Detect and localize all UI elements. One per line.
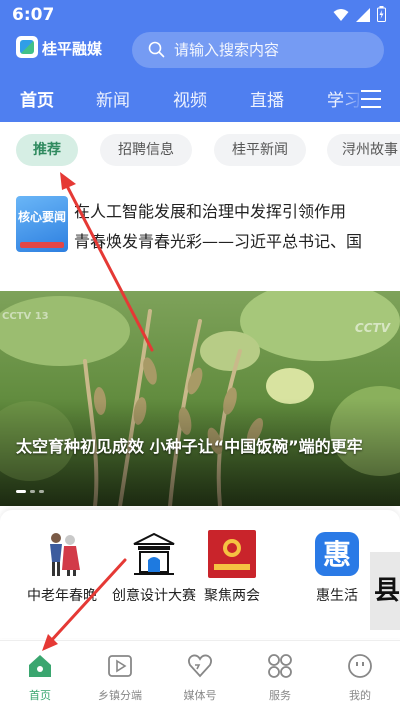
soybean-field-image bbox=[0, 291, 400, 506]
building-design-icon bbox=[130, 530, 178, 578]
tab-home[interactable]: 首页 bbox=[20, 86, 54, 111]
search-input[interactable] bbox=[174, 36, 374, 64]
shortcut-design-contest[interactable]: 创意设计大赛 bbox=[112, 530, 196, 606]
search-box[interactable] bbox=[132, 32, 384, 68]
status-icons bbox=[333, 6, 386, 26]
cctv13-watermark: CCTV 13 bbox=[2, 311, 49, 322]
bottom-tab-label: 服务 bbox=[269, 689, 291, 702]
shortcut-label: 聚焦两会 bbox=[204, 588, 260, 604]
bottom-tab-label: 首页 bbox=[29, 689, 51, 702]
two-sessions-icon bbox=[208, 530, 256, 578]
bottom-tab-label: 媒体号 bbox=[183, 689, 217, 702]
cctv-watermark: CCTV bbox=[354, 321, 390, 335]
bottom-tab-label: 我的 bbox=[349, 689, 371, 702]
wifi-icon bbox=[333, 7, 349, 26]
bottom-tab-service[interactable]: 服务 bbox=[240, 653, 320, 703]
tab-video[interactable]: 视频 bbox=[173, 86, 207, 111]
grid-service-icon bbox=[267, 653, 293, 679]
shortcut-label: 惠生活 bbox=[316, 588, 358, 604]
shortcut-two-sessions[interactable]: 聚焦两会 bbox=[190, 530, 274, 606]
svg-text:惠: 惠 bbox=[323, 538, 351, 571]
shortcut-hui-life[interactable]: 惠 惠生活 bbox=[295, 530, 379, 606]
shortcut-panel: 中老年春晚 创意设计大赛 聚焦两会 惠 惠生活 县 bbox=[0, 510, 400, 638]
shortcut-elderly-gala[interactable]: 中老年春晚 bbox=[20, 530, 104, 606]
carousel-dots bbox=[16, 490, 44, 493]
bottom-tab-media[interactable]: 媒体号 bbox=[160, 653, 240, 703]
signal-icon bbox=[356, 7, 370, 26]
tab-live[interactable]: 直播 bbox=[250, 86, 284, 111]
battery-icon bbox=[377, 6, 386, 26]
menu-button[interactable] bbox=[340, 80, 400, 118]
carousel-dot bbox=[16, 490, 26, 493]
shortcut-label: 中老年春晚 bbox=[27, 588, 97, 604]
heart-media-icon bbox=[187, 653, 213, 679]
side-strip-text: 县 bbox=[374, 576, 400, 606]
category-chips: 推荐 招聘信息 桂平新闻 浔州故事 bbox=[0, 122, 400, 176]
elderly-couple-icon bbox=[38, 530, 86, 578]
bottom-tab-township[interactable]: 乡镇分端 bbox=[80, 653, 160, 703]
profile-face-icon bbox=[347, 653, 373, 679]
video-play-icon bbox=[107, 653, 133, 679]
bottom-tab-profile[interactable]: 我的 bbox=[320, 653, 400, 703]
side-ad-strip[interactable]: 县 bbox=[370, 552, 400, 630]
app-name: 桂平融媒 bbox=[42, 40, 103, 58]
hero-banner[interactable]: CCTV 13 CCTV 太空育种初见成效 小种子让“中国饭碗”端的更牢 bbox=[0, 291, 400, 506]
top-header: 6:07 桂平融媒 首页 新闻 视频 直播 学习 bbox=[0, 0, 400, 122]
chip-jobs[interactable]: 招聘信息 bbox=[100, 134, 192, 166]
status-time: 6:07 bbox=[12, 5, 55, 25]
hero-title[interactable]: 太空育种初见成效 小种子让“中国饭碗”端的更牢 bbox=[16, 435, 386, 459]
hamburger-icon bbox=[361, 90, 381, 108]
home-icon bbox=[27, 653, 53, 679]
bottom-tab-bar: 首页 乡镇分端 媒体号 服务 我的 bbox=[0, 640, 400, 710]
bottom-tab-label: 乡镇分端 bbox=[98, 689, 142, 702]
chip-xunzhou-stories[interactable]: 浔州故事 bbox=[327, 134, 400, 166]
nav-tabs: 首页 新闻 视频 直播 学习 bbox=[0, 80, 400, 118]
tab-news[interactable]: 新闻 bbox=[96, 86, 130, 111]
bottom-tab-home[interactable]: 首页 bbox=[0, 653, 80, 703]
core-news-badge-text: 核心要闻 bbox=[17, 210, 66, 224]
headline-block[interactable]: 核心要闻 在人工智能发展和治理中发挥引领作用 青春焕发青春光彩——习近平总书记、… bbox=[16, 196, 400, 256]
status-bar: 6:07 bbox=[0, 0, 400, 30]
hui-life-icon: 惠 bbox=[313, 530, 361, 578]
app-logo-icon bbox=[16, 36, 38, 58]
core-news-badge: 核心要闻 bbox=[16, 196, 68, 252]
carousel-dot bbox=[30, 490, 35, 493]
app-row: 桂平融媒 bbox=[0, 32, 400, 70]
headline-item-1[interactable]: 在人工智能发展和治理中发挥引领作用 bbox=[74, 198, 346, 222]
shortcut-label: 创意设计大赛 bbox=[112, 588, 196, 604]
chip-recommend[interactable]: 推荐 bbox=[16, 134, 78, 166]
search-icon bbox=[148, 41, 165, 62]
chip-guiping-news[interactable]: 桂平新闻 bbox=[214, 134, 306, 166]
carousel-dot bbox=[39, 490, 44, 493]
headline-item-2[interactable]: 青春焕发青春光彩——习近平总书记、国 bbox=[74, 228, 362, 252]
